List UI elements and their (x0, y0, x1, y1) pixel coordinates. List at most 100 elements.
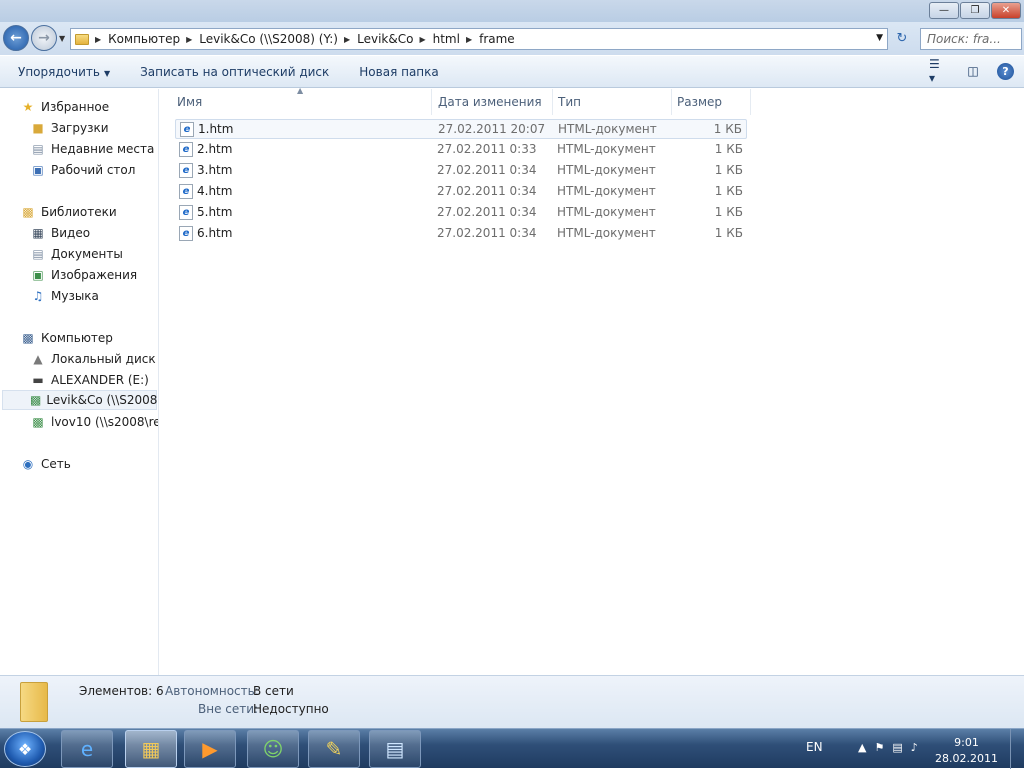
file-date: 27.02.2011 20:07 (438, 122, 546, 136)
breadcrumb-label[interactable]: Компьютер (108, 32, 180, 46)
file-type: HTML-документ (557, 184, 656, 198)
forward-arrow-icon[interactable]: → (31, 25, 57, 51)
clock[interactable]: 9:01 28.02.2011 (935, 735, 998, 767)
file-date: 27.02.2011 0:34 (437, 184, 537, 198)
table-row[interactable]: e 2.htm 27.02.2011 0:33 HTML-документ 1 … (175, 140, 747, 160)
file-type: HTML-документ (557, 142, 656, 156)
column-header-name[interactable]: Имя (172, 89, 432, 115)
chevron-right-icon[interactable]: ▶ (186, 35, 192, 44)
breadcrumb-item[interactable]: ▶ html (419, 32, 460, 46)
nav-label: Избранное (41, 100, 110, 114)
table-row[interactable]: e 4.htm 27.02.2011 0:34 HTML-документ 1 … (175, 182, 747, 202)
taskbar: ❖ e ▦ ▶ ☺ ✎ ▤ EN ▲⚑▤♪ 9:01 28.02.2011 (0, 728, 1024, 769)
volume-icon[interactable]: ♪ (911, 741, 926, 754)
breadcrumb-label[interactable]: html (433, 32, 460, 46)
help-icon[interactable]: ? (997, 62, 1014, 80)
file-type: HTML-документ (558, 122, 657, 136)
nav-label: Рабочий стол (51, 163, 136, 177)
search-input[interactable]: Поиск: fra... (920, 28, 1022, 50)
system-tray: EN ▲⚑▤♪ 9:01 28.02.2011 (794, 729, 1024, 769)
breadcrumb-label[interactable]: Levik&Co (\\S2008) (Y:) (199, 32, 338, 46)
nav-libraries[interactable]: ▩ Библиотеки (20, 202, 116, 222)
address-dropdown-icon[interactable]: ▼ (876, 33, 883, 43)
chevron-right-icon[interactable]: ▶ (95, 35, 101, 44)
nav-label: Видео (51, 226, 91, 240)
command-bar: Упорядочить ▼ Записать на оптический диск… (0, 56, 1024, 88)
nav-music[interactable]: ♫ Музыка (30, 286, 99, 306)
address-bar[interactable]: ▶ Компьютер ▶ Levik&Co (\\S2008) (Y:) ▶ Lev… (70, 28, 888, 50)
desktop-icon: ▣ (32, 163, 44, 177)
start-button[interactable]: ❖ (4, 731, 46, 767)
breadcrumb-item[interactable]: ▶ Levik&Co (\\S2008) (Y:) (186, 32, 338, 46)
breadcrumb-item[interactable]: ▶ Компьютер (95, 32, 180, 46)
offline-status-label: Вне сети: (198, 702, 259, 716)
minimize-icon[interactable]: — (929, 2, 959, 19)
chevron-down-icon: ▼ (103, 68, 111, 78)
folder-icon (75, 33, 89, 45)
column-header-type[interactable]: Тип (553, 89, 672, 115)
nav-downloads[interactable]: ■ Загрузки (30, 118, 109, 138)
nav-local-disk[interactable]: ▲ Локальный диск (C (30, 349, 158, 369)
nav-network-drive-selected[interactable]: ▩ Levik&Co (\\S2008) (2, 390, 158, 410)
table-row[interactable]: e 6.htm 27.02.2011 0:34 HTML-документ 1 … (175, 224, 747, 244)
title-bar: — ❐ ✕ (0, 0, 1024, 22)
file-name: 4.htm (197, 184, 233, 198)
file-type: HTML-документ (557, 163, 656, 177)
flag-icon[interactable]: ⚑ (874, 741, 892, 754)
nav-documents[interactable]: ▤ Документы (30, 244, 122, 264)
html-file-icon: e (179, 226, 193, 241)
breadcrumb-item[interactable]: ▶ frame (466, 32, 515, 46)
clock-time: 9:01 (954, 736, 979, 749)
file-name: 3.htm (197, 163, 233, 177)
history-dropdown-icon[interactable]: ▼ (59, 34, 65, 43)
network-drive-icon: ▩ (30, 393, 42, 407)
show-hidden-icons-icon[interactable]: ▲ (858, 741, 874, 754)
show-desktop-button[interactable] (1010, 729, 1024, 769)
table-row[interactable]: e 3.htm 27.02.2011 0:34 HTML-документ 1 … (175, 161, 747, 181)
chevron-right-icon[interactable]: ▶ (466, 35, 472, 44)
refresh-icon[interactable]: ↻ (892, 31, 912, 47)
nav-computer[interactable]: ▩ Компьютер (20, 328, 113, 348)
internet-explorer-icon[interactable]: e (61, 730, 113, 768)
nav-label: Недавние места (51, 142, 155, 156)
column-header-size[interactable]: Размер (672, 89, 751, 115)
paint-icon[interactable]: ✎ (308, 730, 360, 768)
organize-label: Упорядочить (18, 64, 100, 79)
file-name: 5.htm (197, 205, 233, 219)
nav-video[interactable]: ▦ Видео (30, 223, 90, 243)
breadcrumb-item[interactable]: ▶ Levik&Co (344, 32, 413, 46)
language-indicator[interactable]: EN (806, 740, 823, 754)
file-size: 1 КБ (714, 205, 743, 219)
nav-network-drive[interactable]: ▩ lvov10 (\\s2008\rez2 (30, 412, 158, 432)
restore-icon[interactable]: ❐ (960, 2, 990, 19)
file-size: 1 КБ (713, 122, 742, 136)
chevron-right-icon[interactable]: ▶ (419, 35, 425, 44)
media-player-icon[interactable]: ▶ (184, 730, 236, 768)
chevron-right-icon[interactable]: ▶ (344, 35, 350, 44)
view-options-icon[interactable]: ☰ ▾ (929, 57, 949, 85)
burn-disc-button[interactable]: Записать на оптический диск (140, 65, 329, 79)
network-status-icon[interactable]: ▤ (892, 741, 910, 754)
table-row[interactable]: e 1.htm 27.02.2011 20:07 HTML-документ 1… (175, 119, 747, 139)
nav-usb-drive[interactable]: ▬ ALEXANDER (E:) (30, 370, 149, 390)
organize-button[interactable]: Упорядочить ▼ (18, 65, 110, 79)
close-icon[interactable]: ✕ (991, 2, 1021, 19)
preview-pane-icon[interactable]: ◫ (963, 62, 983, 80)
file-date: 27.02.2011 0:34 (437, 163, 537, 177)
notepad-icon[interactable]: ▤ (369, 730, 421, 768)
new-folder-button[interactable]: Новая папка (359, 65, 438, 79)
column-header-date[interactable]: Дата изменения (433, 89, 553, 115)
nav-desktop[interactable]: ▣ Рабочий стол (30, 160, 135, 180)
nav-favorites[interactable]: ★ Избранное (20, 97, 110, 117)
html-file-icon: e (179, 184, 193, 199)
messenger-icon[interactable]: ☺ (247, 730, 299, 768)
explorer-taskbar-icon[interactable]: ▦ (125, 730, 177, 768)
breadcrumb-label[interactable]: Levik&Co (357, 32, 413, 46)
nav-network[interactable]: ◉ Сеть (20, 454, 71, 474)
breadcrumb-label[interactable]: frame (479, 32, 515, 46)
nav-images[interactable]: ▣ Изображения (30, 265, 137, 285)
back-arrow-icon[interactable]: ← (3, 25, 29, 51)
table-row[interactable]: e 5.htm 27.02.2011 0:34 HTML-документ 1 … (175, 203, 747, 223)
nav-recent-places[interactable]: ▤ Недавние места (30, 139, 154, 159)
nav-label: Загрузки (51, 121, 109, 135)
